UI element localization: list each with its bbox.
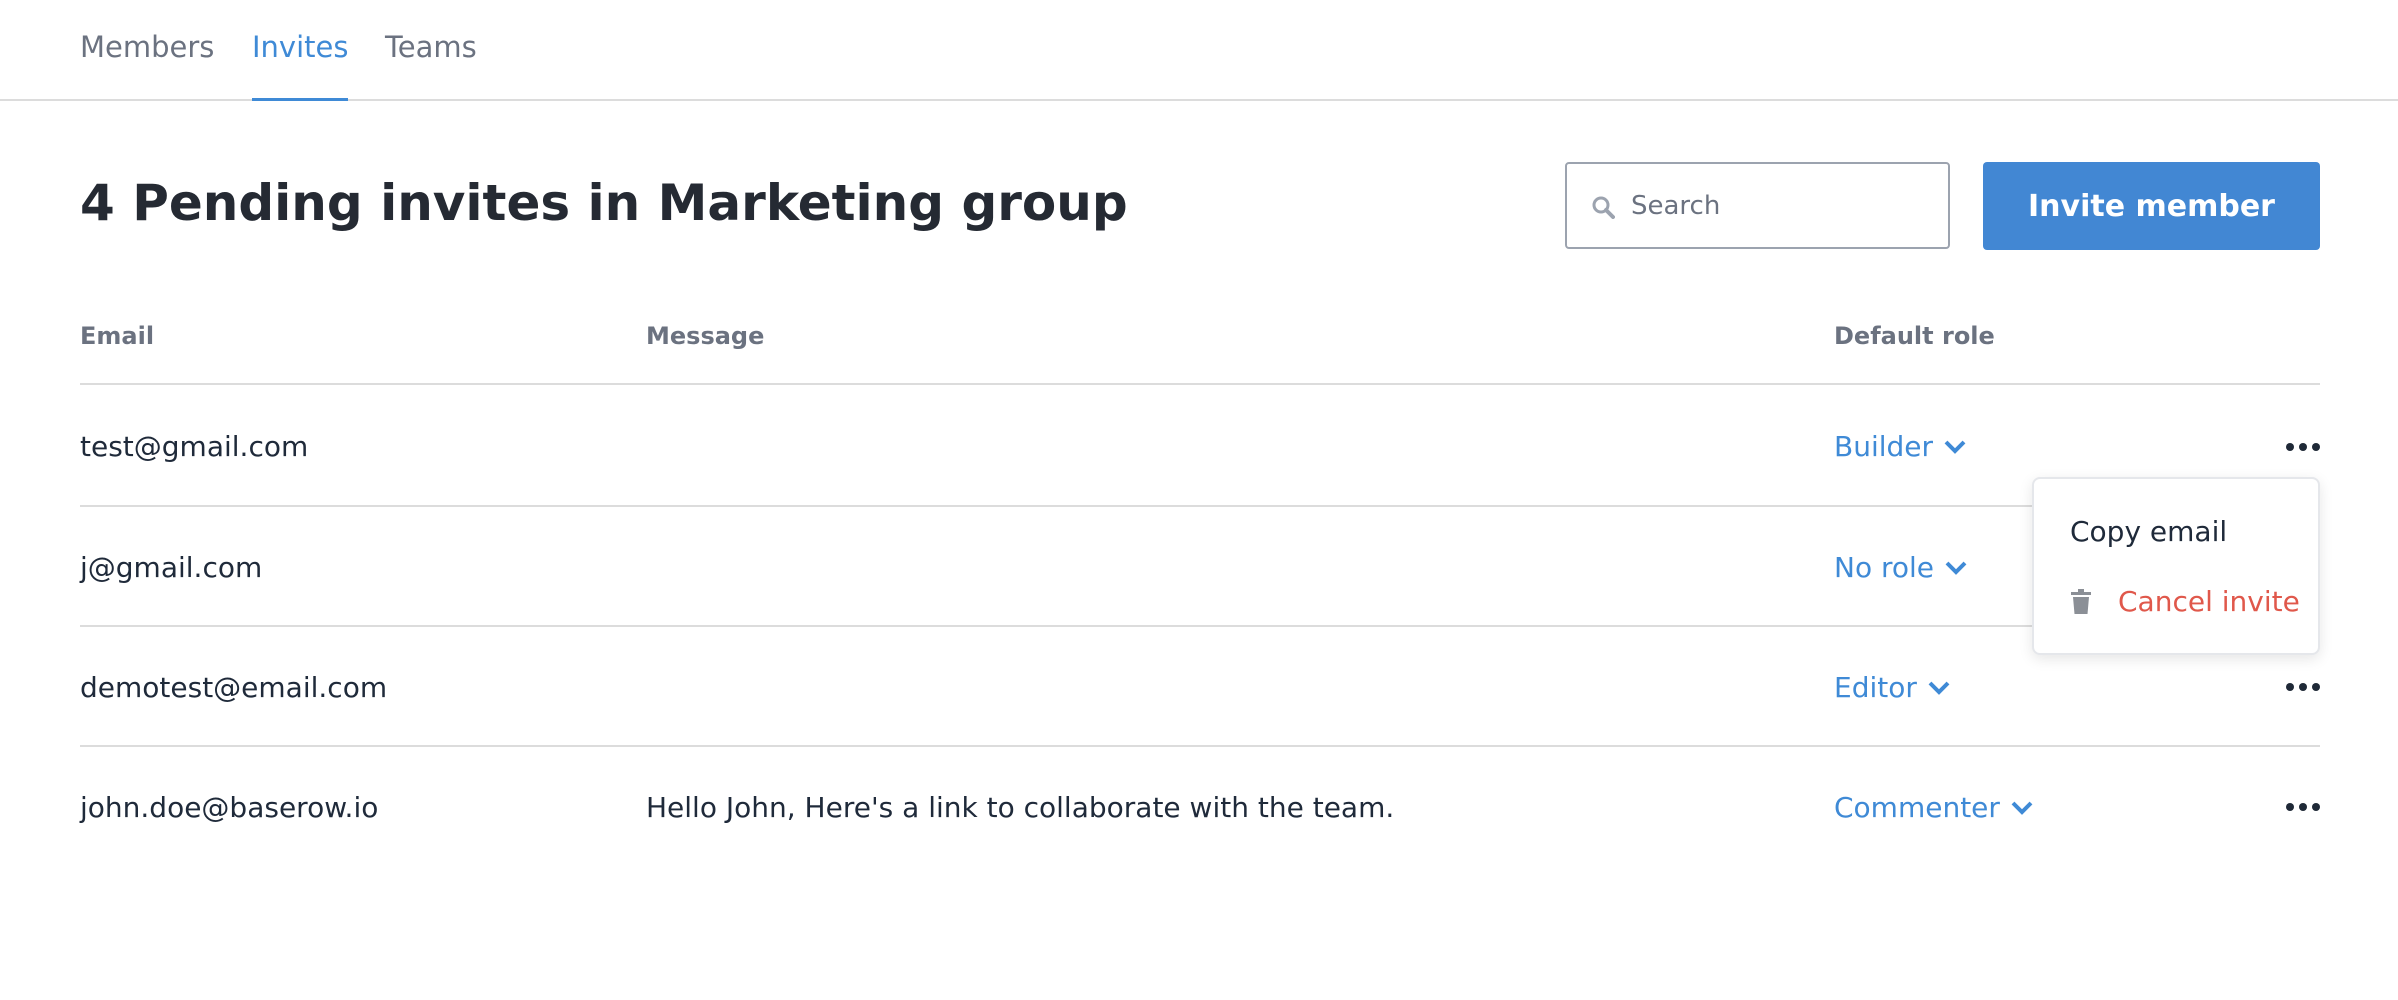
role-dropdown[interactable]: Editor bbox=[1834, 671, 1951, 704]
search-input[interactable] bbox=[1631, 182, 1931, 230]
divider bbox=[80, 745, 2320, 747]
cancel-invite-label: Cancel invite bbox=[2118, 585, 2300, 618]
invite-email: john.doe@baserow.io bbox=[80, 791, 379, 824]
cancel-invite-menu-item[interactable]: Cancel invite bbox=[2070, 585, 2300, 618]
copy-email-menu-item[interactable]: Copy email bbox=[2070, 515, 2227, 548]
invite-message: Hello John, Here's a link to collaborate… bbox=[646, 791, 1395, 824]
divider bbox=[80, 505, 2320, 507]
role-label: Builder bbox=[1834, 430, 1934, 463]
role-dropdown[interactable]: Builder bbox=[1834, 430, 1967, 463]
tab-members[interactable]: Members bbox=[80, 30, 214, 101]
invite-member-button[interactable]: Invite member bbox=[1983, 162, 2320, 250]
column-header-default-role: Default role bbox=[1834, 322, 1995, 350]
page-title: 4 Pending invites in Marketing group bbox=[80, 174, 1128, 232]
chevron-down-icon bbox=[1928, 681, 1950, 695]
invite-context-menu: Copy email Cancel invite bbox=[2032, 477, 2320, 655]
more-horizontal-icon[interactable] bbox=[2286, 432, 2320, 462]
column-header-message: Message bbox=[646, 322, 765, 350]
more-horizontal-icon[interactable] bbox=[2286, 792, 2320, 822]
tab-teams[interactable]: Teams bbox=[385, 30, 477, 101]
tab-invites[interactable]: Invites bbox=[252, 30, 349, 101]
more-horizontal-icon[interactable] bbox=[2286, 672, 2320, 702]
tab-bar: Members Invites Teams bbox=[0, 0, 2398, 101]
search-box[interactable] bbox=[1565, 162, 1950, 249]
invite-email: demotest@email.com bbox=[80, 671, 388, 704]
search-icon bbox=[1592, 196, 1615, 219]
divider bbox=[80, 625, 2320, 627]
invite-email: test@gmail.com bbox=[80, 430, 309, 463]
chevron-down-icon bbox=[1945, 561, 1967, 575]
column-header-email: Email bbox=[80, 322, 155, 350]
copy-email-label: Copy email bbox=[2070, 515, 2228, 548]
divider bbox=[80, 383, 2320, 385]
invite-email: j@gmail.com bbox=[80, 551, 263, 584]
chevron-down-icon bbox=[1944, 440, 1966, 454]
role-dropdown[interactable]: Commenter bbox=[1834, 791, 2034, 824]
role-label: Commenter bbox=[1834, 791, 2000, 824]
chevron-down-icon bbox=[2011, 801, 2033, 815]
role-dropdown[interactable]: No role bbox=[1834, 551, 1968, 584]
role-label: Editor bbox=[1834, 671, 1917, 704]
role-label: No role bbox=[1834, 551, 1935, 584]
trash-icon bbox=[2071, 588, 2091, 614]
